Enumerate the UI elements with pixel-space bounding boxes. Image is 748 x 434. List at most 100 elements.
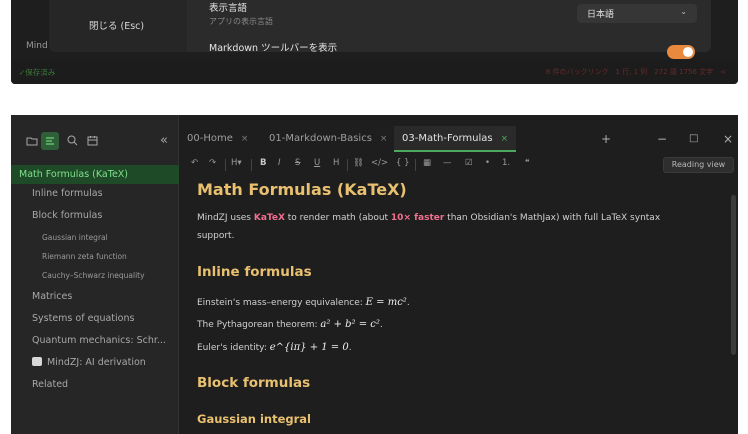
math-button[interactable]: { } — [396, 158, 410, 168]
outline-item-label: Related — [32, 379, 69, 390]
outline-item-label: Cauchy–Schwarz inequality — [42, 271, 145, 280]
outline-item-block-formulas[interactable]: Block formulas — [11, 210, 179, 221]
katex-highlight: KaTeX — [253, 213, 285, 223]
outline-item-related[interactable]: Related — [11, 379, 179, 390]
outline-item-cauchy-schwarz[interactable]: Cauchy–Schwarz inequality — [11, 271, 179, 280]
tab-label: 00-Home — [187, 133, 233, 144]
block-formulas-heading: Block formulas — [197, 375, 311, 391]
status-bar: ✓保存済み 8 件のバックリンク 1 行, 1 列 272 語 1756 文字 … — [11, 60, 738, 84]
outline-item-matrices[interactable]: Matrices — [11, 291, 179, 302]
folder-icon[interactable] — [23, 132, 41, 150]
outline-item-label: Quantum mechanics: Schr... — [32, 335, 166, 346]
settings-window: 閉じる (Esc) 表示言語 アプリの表示言語 日本語 ⌄ Markdown ツ… — [11, 0, 738, 84]
editor-scrollbar[interactable] — [731, 195, 736, 355]
display-language-label: 表示言語 — [209, 3, 248, 14]
outline-item-systems-of-equations[interactable]: Systems of equations — [11, 313, 179, 324]
close-tab-icon[interactable]: × — [241, 134, 249, 144]
outline-item-inline-formulas[interactable]: Inline formulas — [11, 188, 179, 199]
table-icon[interactable]: ▦ — [423, 158, 431, 168]
close-tab-icon[interactable]: × — [501, 134, 509, 144]
new-tab-button[interactable]: + — [601, 132, 611, 146]
editor-toolbar: ↶ ↷ H▾ B I S U H ⛓ </> { } ▦ — ☑ • 1. ❝ … — [179, 154, 738, 176]
outline-item-riemann-zeta[interactable]: Riemann zeta function — [11, 252, 179, 261]
intro-paragraph-line2: support. — [197, 231, 235, 241]
intro-paragraph: MindZJ uses KaTeX to render math (about … — [197, 213, 660, 223]
outline-item-label: Math Formulas (KaTeX) — [19, 169, 129, 180]
tab-label: 03-Math-Formulas — [402, 133, 493, 144]
tab-label: 01-Markdown-Basics — [269, 133, 372, 144]
outline-item-label: Gaussian integral — [42, 233, 108, 242]
outline-item-mindzj-ai-derivation[interactable]: MindZJ: AI derivation — [11, 357, 179, 368]
outline-item-quantum-mechanics[interactable]: Quantum mechanics: Schr... — [11, 335, 179, 346]
outline-item-label: Systems of equations — [32, 313, 135, 324]
checklist-icon[interactable]: ☑ — [465, 158, 473, 168]
outline-item-gaussian-integral[interactable]: Gaussian integral — [11, 233, 179, 242]
sidebar-cut-text: Mind — [26, 41, 48, 51]
tab-bar: 00-Home × 01-Markdown-Basics × 03-Math-For… — [179, 126, 738, 154]
toolbar-divider — [225, 159, 226, 171]
euler-period: . — [348, 343, 352, 353]
robot-icon — [32, 357, 42, 366]
outline-sidebar: « Math Formulas (KaTeX) Inline formulas … — [11, 115, 179, 434]
outline-item-label: Inline formulas — [32, 188, 103, 199]
link-icon[interactable]: ⛓ — [353, 158, 364, 168]
outline-item-label: Matrices — [32, 291, 73, 302]
outline-item-label: Riemann zeta function — [42, 252, 127, 261]
editor-content[interactable]: Math Formulas (KaTeX) MindZJ uses KaTeX … — [197, 176, 717, 434]
document-title: Math Formulas (KaTeX) — [197, 180, 407, 199]
horizontal-rule-button[interactable]: — — [443, 158, 452, 168]
outline-icon[interactable] — [41, 132, 59, 150]
status-info: 8 件のバックリンク 1 行, 1 列 272 語 1756 文字 < — [545, 68, 726, 76]
euler-formula: e^{iπ} + 1 = 0 — [269, 342, 349, 353]
redo-icon[interactable]: ↷ — [209, 158, 216, 168]
bullet-list-button[interactable]: • — [485, 158, 490, 168]
language-select-value: 日本語 — [587, 10, 615, 20]
outline-item-label: MindZJ: AI derivation — [47, 357, 146, 368]
minimize-button[interactable]: − — [657, 132, 667, 146]
highlight-button[interactable]: H — [333, 158, 339, 168]
main-window: « Math Formulas (KaTeX) Inline formulas … — [11, 115, 738, 434]
einstein-formula: E = mc² — [365, 297, 407, 308]
intro-text: to render math (about — [284, 213, 391, 223]
faster-highlight: 10× faster — [390, 213, 445, 223]
calendar-icon[interactable] — [83, 132, 101, 150]
pythagorean-formula: a² + b² = c² — [320, 319, 380, 330]
reading-view-button[interactable]: Reading view — [663, 157, 734, 173]
markdown-toolbar-toggle[interactable] — [667, 45, 695, 59]
heading-button[interactable]: H▾ — [231, 158, 242, 168]
collapse-sidebar-icon[interactable]: « — [155, 132, 173, 150]
code-button[interactable]: </> — [371, 158, 388, 168]
search-icon[interactable] — [63, 132, 81, 150]
numbered-list-button[interactable]: 1. — [502, 158, 510, 168]
bold-button[interactable]: B — [260, 158, 266, 168]
undo-icon[interactable]: ↶ — [191, 158, 198, 168]
maximize-button[interactable]: □ — [689, 133, 698, 144]
underline-button[interactable]: U — [314, 158, 320, 168]
pythagorean-line: The Pythagorean theorem: a² + b² = c². — [197, 319, 383, 330]
tab-00-home[interactable]: 00-Home × — [187, 126, 248, 152]
settings-modal: 閉じる (Esc) 表示言語 アプリの表示言語 日本語 ⌄ Markdown ツ… — [49, 0, 711, 59]
einstein-text: Einstein's mass–energy equivalence: — [197, 298, 366, 308]
close-button[interactable]: 閉じる (Esc) — [89, 18, 144, 32]
pythagorean-period: . — [379, 320, 383, 330]
strikethrough-button[interactable]: S — [295, 158, 300, 168]
settings-modal-sidebar: 閉じる (Esc) — [49, 0, 187, 52]
close-tab-icon[interactable]: × — [380, 134, 388, 144]
outline-item-math-formulas[interactable]: Math Formulas (KaTeX) — [11, 165, 179, 184]
saved-status: ✓保存済み — [19, 68, 56, 77]
language-select[interactable]: 日本語 ⌄ — [577, 4, 697, 23]
euler-line: Euler's identity: e^{iπ} + 1 = 0. — [197, 342, 352, 353]
tab-03-math-formulas[interactable]: 03-Math-Formulas × — [394, 126, 517, 152]
markdown-toolbar-setting-label: Markdown ツールバーを表示 — [209, 43, 338, 54]
quote-icon[interactable]: ❝ — [525, 158, 530, 168]
close-window-button[interactable]: × — [723, 132, 733, 146]
outline-item-label: Block formulas — [32, 210, 103, 221]
inline-formulas-heading: Inline formulas — [197, 264, 312, 280]
einstein-period: . — [406, 298, 410, 308]
italic-button[interactable]: I — [278, 158, 281, 168]
intro-text: than Obsidian's MathJax) with full LaTeX… — [444, 213, 661, 223]
tab-01-markdown-basics[interactable]: 01-Markdown-Basics × — [269, 126, 387, 152]
einstein-line: Einstein's mass–energy equivalence: E = … — [197, 297, 410, 308]
sidebar-toolbar: « — [11, 115, 179, 165]
display-language-description: アプリの表示言語 — [209, 17, 273, 26]
